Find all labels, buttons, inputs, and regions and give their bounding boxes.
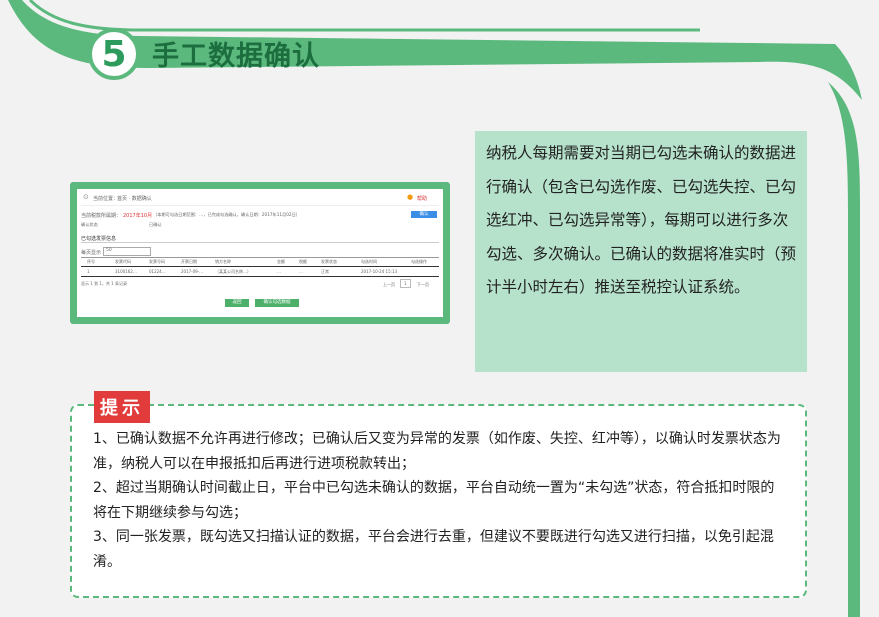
submit-confirm-button[interactable]: 确认勾选数据 <box>255 299 299 307</box>
help-icon[interactable]: ● <box>407 193 413 201</box>
table-cell: … <box>299 269 303 274</box>
step-number: 5 <box>101 33 127 75</box>
period-note: （本期可勾选日期范围：…，已完成勾选确认，确认日期：2017年11月02日） <box>153 212 300 217</box>
column-header: 发票状态 <box>321 259 337 264</box>
description-text: 纳税人每期需要对当期已勾选未确认的数据进行确认（包含已勾选作废、已勾选失控、已勾… <box>486 144 797 296</box>
column-header: 发票号码 <box>149 259 165 264</box>
column-header: 勾选时间 <box>361 259 377 264</box>
tip-list: 1、已确认数据不允许再进行修改；已确认后又变为异常的发票（如作废、失控、红冲等）… <box>93 427 783 574</box>
pager-info: 显示 1 到 1，共 1 条记录 <box>81 281 127 286</box>
pager-next[interactable]: 下一页 <box>417 282 429 288</box>
column-header: 发票代码 <box>115 259 131 264</box>
column-header: 开票日期 <box>181 259 197 264</box>
description-box: 纳税人每期需要对当期已勾选未确认的数据进行确认（包含已勾选作废、已勾选失控、已勾… <box>475 131 807 372</box>
pager-page[interactable]: 1 <box>400 279 411 288</box>
table-cell: 2017-09-… <box>181 269 204 274</box>
radio-confirm-status[interactable]: 确认状态 <box>81 222 98 228</box>
help-link[interactable]: 帮助 <box>417 195 427 202</box>
confirm-page-screenshot: ⊙ 当前位置： 首页 · 数据确认 ● 帮助 当前税款所属期： 2017年10月… <box>70 182 450 324</box>
tip-item: 2、超过当期确认时间截止日，平台中已勾选未确认的数据，平台自动统一置为“未勾选”… <box>93 480 775 521</box>
location-path: 首页 · 数据确认 <box>117 196 152 202</box>
page-size-label: 每页显示 <box>81 250 102 256</box>
table-cell: 3100162… <box>115 269 137 274</box>
table-cell: （某某公司名称…） <box>215 269 251 274</box>
pager-prev[interactable]: 上一页 <box>383 282 395 288</box>
step-number-badge: 5 <box>88 28 140 80</box>
table-cell: 1 <box>87 269 90 274</box>
divider <box>81 242 439 243</box>
table-header-rule <box>81 257 439 258</box>
table-bottom-rule <box>81 276 439 277</box>
column-header: 勾选操作 <box>411 259 427 264</box>
location-label: 当前位置： <box>93 196 119 202</box>
page-size-select[interactable]: 50 <box>103 247 151 256</box>
radio-confirmed[interactable]: 已确认 <box>149 222 162 228</box>
table-cell: 01224… <box>149 269 166 274</box>
tip-item: 3、同一张发票，既勾选又扫描认证的数据，平台会进行去重，但建议不要既进行勾选又进… <box>93 529 774 570</box>
tip-item: 1、已确认数据不允许再进行修改；已确认后又变为异常的发票（如作废、失控、红冲等）… <box>93 431 781 472</box>
screenshot-content: ⊙ 当前位置： 首页 · 数据确认 ● 帮助 当前税款所属期： 2017年10月… <box>77 189 443 317</box>
divider <box>81 205 439 206</box>
period-value: 2017年10月 <box>123 213 153 219</box>
column-header: 序号 <box>87 259 95 264</box>
column-header: 销方名称 <box>215 259 231 264</box>
invoice-section-label: 已勾选发票信息 <box>81 236 117 242</box>
table-header-rule <box>81 266 439 267</box>
table-cell: 正常 <box>321 269 329 274</box>
period-label: 当前税款所属期： <box>81 213 122 219</box>
back-button[interactable]: 返回 <box>225 299 249 307</box>
section-title: 手工数据确认 <box>152 41 320 72</box>
tip-label: 提示 <box>94 391 150 423</box>
table-cell: … <box>277 269 281 274</box>
table-cell: 2017-10-24 15:13 <box>361 269 398 274</box>
location-pin-icon: ⊙ <box>83 193 89 201</box>
column-header: 税额 <box>299 259 307 264</box>
confirm-button[interactable]: 确认 <box>411 211 437 218</box>
column-header: 金额 <box>277 259 285 264</box>
